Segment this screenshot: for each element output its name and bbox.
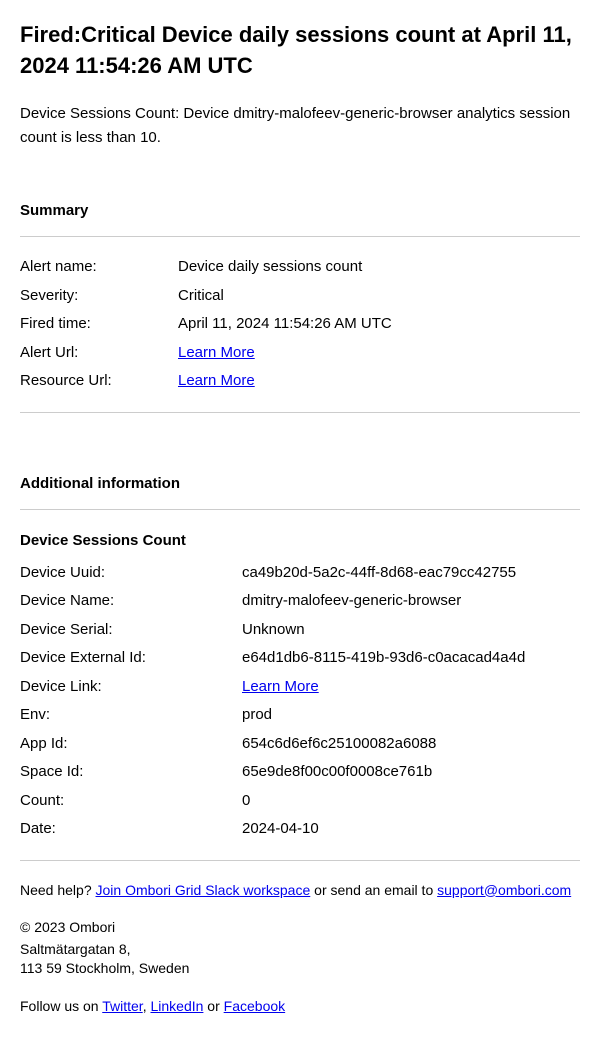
footer-help-prefix: Need help? (20, 882, 96, 898)
row-label: Env: (20, 704, 242, 727)
row-label: Space Id: (20, 761, 242, 784)
table-row: Device Link:Learn More (20, 673, 580, 702)
footer-copyright: © 2023 Ombori (20, 918, 580, 938)
address-line-1: Saltmätargatan 8, (20, 941, 131, 957)
learn-more-link[interactable]: Learn More (242, 678, 319, 695)
row-label: Severity: (20, 285, 178, 308)
row-value: Device daily sessions count (178, 256, 580, 279)
table-row: Date:2024-04-10 (20, 815, 580, 844)
row-value: Learn More (242, 676, 580, 699)
additional-heading: Additional information (20, 473, 580, 496)
table-row: Device Name:dmitry-malofeev-generic-brow… (20, 587, 580, 616)
learn-more-link[interactable]: Learn More (178, 344, 255, 361)
table-row: Alert name:Device daily sessions count (20, 253, 580, 282)
row-value: Learn More (178, 370, 580, 393)
summary-heading: Summary (20, 200, 580, 223)
row-value: April 11, 2024 11:54:26 AM UTC (178, 313, 580, 336)
row-label: Resource Url: (20, 370, 178, 393)
linkedin-link[interactable]: LinkedIn (150, 998, 203, 1014)
table-row: Device Serial:Unknown (20, 616, 580, 645)
social-prefix: Follow us on (20, 998, 102, 1014)
table-row: Env:prod (20, 701, 580, 730)
table-row: Severity:Critical (20, 282, 580, 311)
table-row: App Id:654c6d6ef6c25100082a6088 (20, 730, 580, 759)
additional-table: Device Uuid:ca49b20d-5a2c-44ff-8d68-eac7… (20, 559, 580, 844)
sep: or (203, 998, 223, 1014)
row-value: 0 (242, 790, 580, 813)
row-value: Learn More (178, 342, 580, 365)
table-row: Resource Url:Learn More (20, 367, 580, 396)
row-value: Unknown (242, 619, 580, 642)
table-row: Count:0 (20, 787, 580, 816)
table-row: Device External Id:e64d1db6-8115-419b-93… (20, 644, 580, 673)
row-label: Device External Id: (20, 647, 242, 670)
row-value: 2024-04-10 (242, 818, 580, 841)
learn-more-link[interactable]: Learn More (178, 372, 255, 389)
footer-address: Saltmätargatan 8, 113 59 Stockholm, Swed… (20, 940, 580, 979)
row-value: 654c6d6ef6c25100082a6088 (242, 733, 580, 756)
row-value: Critical (178, 285, 580, 308)
row-value: ca49b20d-5a2c-44ff-8d68-eac79cc42755 (242, 562, 580, 585)
row-value: e64d1db6-8115-419b-93d6-c0acacad4a4d (242, 647, 580, 670)
row-value: 65e9de8f00c00f0008ce761b (242, 761, 580, 784)
row-label: Alert name: (20, 256, 178, 279)
page-title: Fired:Critical Device daily sessions cou… (20, 20, 580, 82)
row-label: Device Uuid: (20, 562, 242, 585)
support-email-link[interactable]: support@ombori.com (437, 882, 571, 898)
row-label: App Id: (20, 733, 242, 756)
divider (20, 509, 580, 510)
row-value: prod (242, 704, 580, 727)
address-line-2: 113 59 Stockholm, Sweden (20, 960, 189, 976)
divider (20, 412, 580, 413)
divider (20, 236, 580, 237)
footer-social: Follow us on Twitter, LinkedIn or Facebo… (20, 997, 580, 1017)
footer-help-mid: or send an email to (310, 882, 437, 898)
row-label: Device Name: (20, 590, 242, 613)
footer-help: Need help? Join Ombori Grid Slack worksp… (20, 881, 580, 901)
summary-table: Alert name:Device daily sessions countSe… (20, 253, 580, 396)
table-row: Space Id:65e9de8f00c00f0008ce761b (20, 758, 580, 787)
row-label: Alert Url: (20, 342, 178, 365)
table-row: Device Uuid:ca49b20d-5a2c-44ff-8d68-eac7… (20, 559, 580, 588)
slack-link[interactable]: Join Ombori Grid Slack workspace (96, 882, 311, 898)
table-row: Alert Url:Learn More (20, 339, 580, 368)
twitter-link[interactable]: Twitter (102, 998, 142, 1014)
row-label: Device Serial: (20, 619, 242, 642)
row-label: Device Link: (20, 676, 242, 699)
alert-description: Device Sessions Count: Device dmitry-mal… (20, 102, 580, 150)
row-label: Fired time: (20, 313, 178, 336)
subsection-title: Device Sessions Count (20, 530, 580, 553)
footer: Need help? Join Ombori Grid Slack worksp… (20, 881, 580, 1017)
facebook-link[interactable]: Facebook (224, 998, 285, 1014)
row-value: dmitry-malofeev-generic-browser (242, 590, 580, 613)
table-row: Fired time:April 11, 2024 11:54:26 AM UT… (20, 310, 580, 339)
row-label: Count: (20, 790, 242, 813)
row-label: Date: (20, 818, 242, 841)
divider (20, 860, 580, 861)
